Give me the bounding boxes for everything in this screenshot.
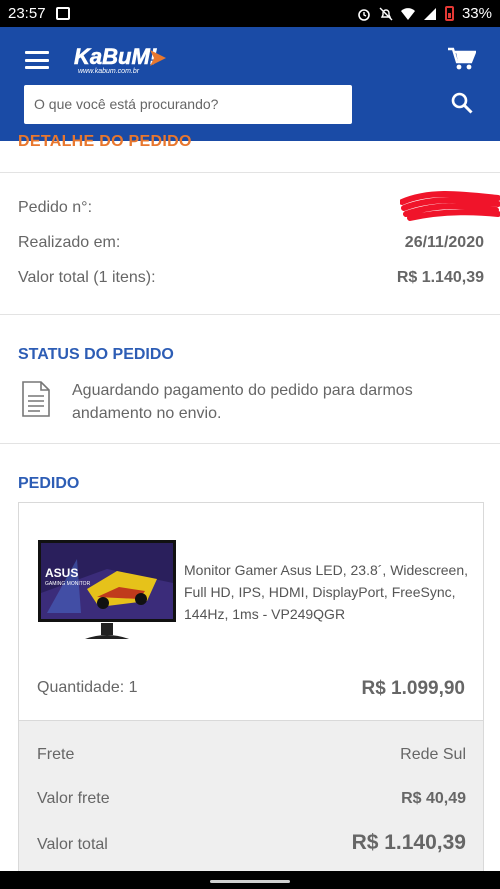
- order-status-title: STATUS DO PEDIDO: [18, 346, 174, 363]
- divider: [0, 314, 500, 315]
- order-title: PEDIDO: [18, 475, 80, 492]
- mute-icon: [379, 7, 393, 20]
- product-image[interactable]: ASUS GAMING MONITOR: [37, 539, 177, 643]
- battery-icon: [444, 6, 454, 21]
- shipping-label: Frete: [37, 746, 75, 763]
- order-number-label: Pedido n°:: [18, 199, 93, 216]
- kabum-logo[interactable]: KaBuM! www.kabum.com.br: [72, 42, 168, 78]
- divider: [0, 443, 500, 444]
- product-price: R$ 1.099,90: [361, 678, 465, 699]
- clock: 23:57: [8, 5, 46, 22]
- order-summary: Frete Rede Sul Valor frete R$ 40,49 Valo…: [19, 720, 483, 889]
- order-total-label: Valor total (1 itens):: [18, 269, 156, 286]
- system-nav-bar: [0, 871, 500, 889]
- status-icons: 33%: [357, 5, 492, 22]
- home-gesture-handle[interactable]: [210, 880, 290, 883]
- order-date-label: Realizado em:: [18, 234, 121, 251]
- wifi-icon: [400, 7, 415, 20]
- shipping-cost-row: Valor frete R$ 40,49: [37, 790, 466, 808]
- shipping-value: Rede Sul: [400, 746, 466, 763]
- product-name[interactable]: Monitor Gamer Asus LED, 23.8´, Widescree…: [184, 559, 469, 625]
- battery-percent: 33%: [461, 5, 492, 22]
- search-input[interactable]: O que você está procurando?: [24, 85, 352, 124]
- grand-total-row: Valor total R$ 1.140,39: [37, 831, 466, 855]
- document-icon: [22, 381, 50, 417]
- svg-text:KaBuM!: KaBuM!: [74, 44, 157, 69]
- grand-total-label: Valor total: [37, 836, 108, 853]
- app-header: KaBuM! www.kabum.com.br O que você está …: [0, 27, 500, 141]
- shipping-cost-value: R$ 40,49: [401, 790, 466, 807]
- svg-text:www.kabum.com.br: www.kabum.com.br: [78, 68, 140, 75]
- order-total-value: R$ 1.140,39: [396, 269, 484, 286]
- order-date-row: Realizado em: 26/11/2020: [18, 234, 484, 252]
- shipping-row: Frete Rede Sul: [37, 746, 466, 764]
- alarm-icon: [358, 8, 370, 21]
- svg-text:ASUS: ASUS: [45, 566, 78, 580]
- shipping-cost-label: Valor frete: [37, 790, 110, 807]
- quantity-label: Quantidade: 1: [37, 679, 138, 696]
- divider: [0, 172, 500, 173]
- search-icon[interactable]: [451, 92, 473, 114]
- order-date-value: 26/11/2020: [404, 234, 484, 251]
- order-status-message: Aguardando pagamento do pedido para darm…: [72, 382, 413, 422]
- grand-total-value: R$ 1.140,39: [351, 831, 466, 854]
- status-bar: 23:57 33%: [0, 0, 500, 27]
- redaction-scribble: [400, 191, 500, 221]
- menu-icon[interactable]: [25, 51, 49, 69]
- order-total-row: Valor total (1 itens): R$ 1.140,39: [18, 269, 484, 287]
- svg-text:GAMING MONITOR: GAMING MONITOR: [45, 581, 91, 587]
- cart-icon[interactable]: [448, 47, 476, 71]
- twitch-icon: [55, 7, 70, 20]
- order-detail-title: DETALHE DO PEDIDO: [18, 133, 192, 150]
- order-item-card: ASUS GAMING MONITOR Monitor Gamer Asus L…: [18, 502, 484, 889]
- signal-icon: [423, 7, 436, 20]
